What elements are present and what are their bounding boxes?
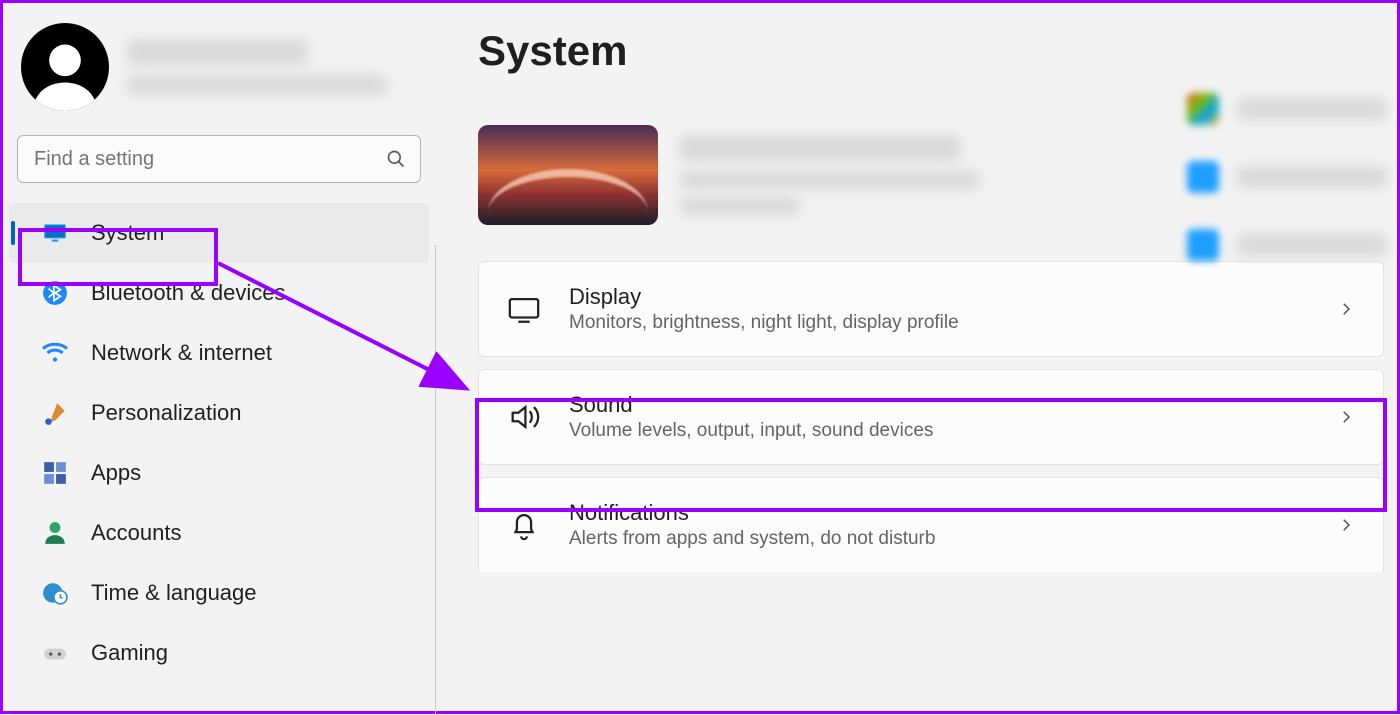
sidebar-item-bluetooth[interactable]: Bluetooth & devices [9, 263, 429, 323]
avatar [21, 23, 109, 111]
sidebar-item-apps[interactable]: Apps [9, 443, 429, 503]
sidebar-item-system[interactable]: System [9, 203, 429, 263]
device-name-redacted [680, 135, 960, 161]
bluetooth-icon [41, 279, 69, 307]
gamepad-icon [41, 639, 69, 667]
tile-text-redacted [1237, 234, 1387, 256]
user-name-redacted [127, 39, 307, 65]
sidebar-item-network[interactable]: Network & internet [9, 323, 429, 383]
setting-title: Sound [569, 392, 1309, 418]
display-icon [507, 292, 541, 326]
right-info-tiles [1187, 93, 1387, 261]
tile-row [1187, 93, 1387, 125]
sidebar-item-personalization[interactable]: Personalization [9, 383, 429, 443]
sidebar-item-accounts[interactable]: Accounts [9, 503, 429, 563]
sidebar-item-label: System [91, 220, 164, 246]
settings-list: Display Monitors, brightness, night ligh… [478, 261, 1384, 572]
setting-item-notifications[interactable]: Notifications Alerts from apps and syste… [478, 477, 1384, 572]
search-input-container[interactable] [17, 135, 421, 183]
tile-row [1187, 161, 1387, 193]
bell-icon [507, 508, 541, 542]
wifi-icon [41, 339, 69, 367]
sidebar-item-label: Network & internet [91, 340, 272, 366]
sidebar-item-label: Personalization [91, 400, 241, 426]
globe-clock-icon [41, 579, 69, 607]
sidebar-item-gaming[interactable]: Gaming [9, 623, 429, 683]
windows-update-icon [1187, 229, 1219, 261]
tile-text-redacted [1237, 98, 1387, 120]
tile-text-redacted [1237, 166, 1387, 188]
sidebar-item-label: Time & language [91, 580, 257, 606]
setting-title: Display [569, 284, 1309, 310]
chevron-right-icon [1337, 300, 1355, 318]
brush-icon [41, 399, 69, 427]
search-icon [386, 149, 406, 169]
page-title: System [478, 27, 1384, 75]
speaker-icon [507, 400, 541, 434]
tile-row [1187, 229, 1387, 261]
user-text [127, 39, 417, 95]
setting-item-display[interactable]: Display Monitors, brightness, night ligh… [478, 261, 1384, 357]
microsoft-icon [1187, 93, 1219, 125]
setting-subtitle: Monitors, brightness, night light, displ… [569, 312, 1309, 334]
sidebar-divider [435, 245, 436, 715]
device-model-redacted [680, 171, 980, 189]
person-icon [41, 519, 69, 547]
user-account-block[interactable] [3, 23, 435, 135]
setting-item-sound[interactable]: Sound Volume levels, output, input, soun… [478, 369, 1384, 465]
apps-icon [41, 459, 69, 487]
chevron-right-icon [1337, 516, 1355, 534]
monitor-icon [41, 219, 69, 247]
user-email-redacted [127, 75, 387, 95]
nav-list: System Bluetooth & devices Network & int… [3, 201, 435, 683]
sidebar-item-time[interactable]: Time & language [9, 563, 429, 623]
search-input[interactable] [34, 148, 376, 171]
sidebar-item-label: Gaming [91, 640, 168, 666]
device-rename-redacted [680, 197, 800, 215]
chevron-right-icon [1337, 408, 1355, 426]
sidebar: System Bluetooth & devices Network & int… [3, 3, 435, 711]
sidebar-item-label: Accounts [91, 520, 182, 546]
onedrive-icon [1187, 161, 1219, 193]
sidebar-item-label: Apps [91, 460, 141, 486]
sidebar-item-label: Bluetooth & devices [91, 280, 285, 306]
setting-subtitle: Volume levels, output, input, sound devi… [569, 420, 1309, 442]
setting-title: Notifications [569, 500, 1309, 526]
desktop-wallpaper-thumbnail [478, 125, 658, 225]
setting-subtitle: Alerts from apps and system, do not dist… [569, 528, 1309, 550]
